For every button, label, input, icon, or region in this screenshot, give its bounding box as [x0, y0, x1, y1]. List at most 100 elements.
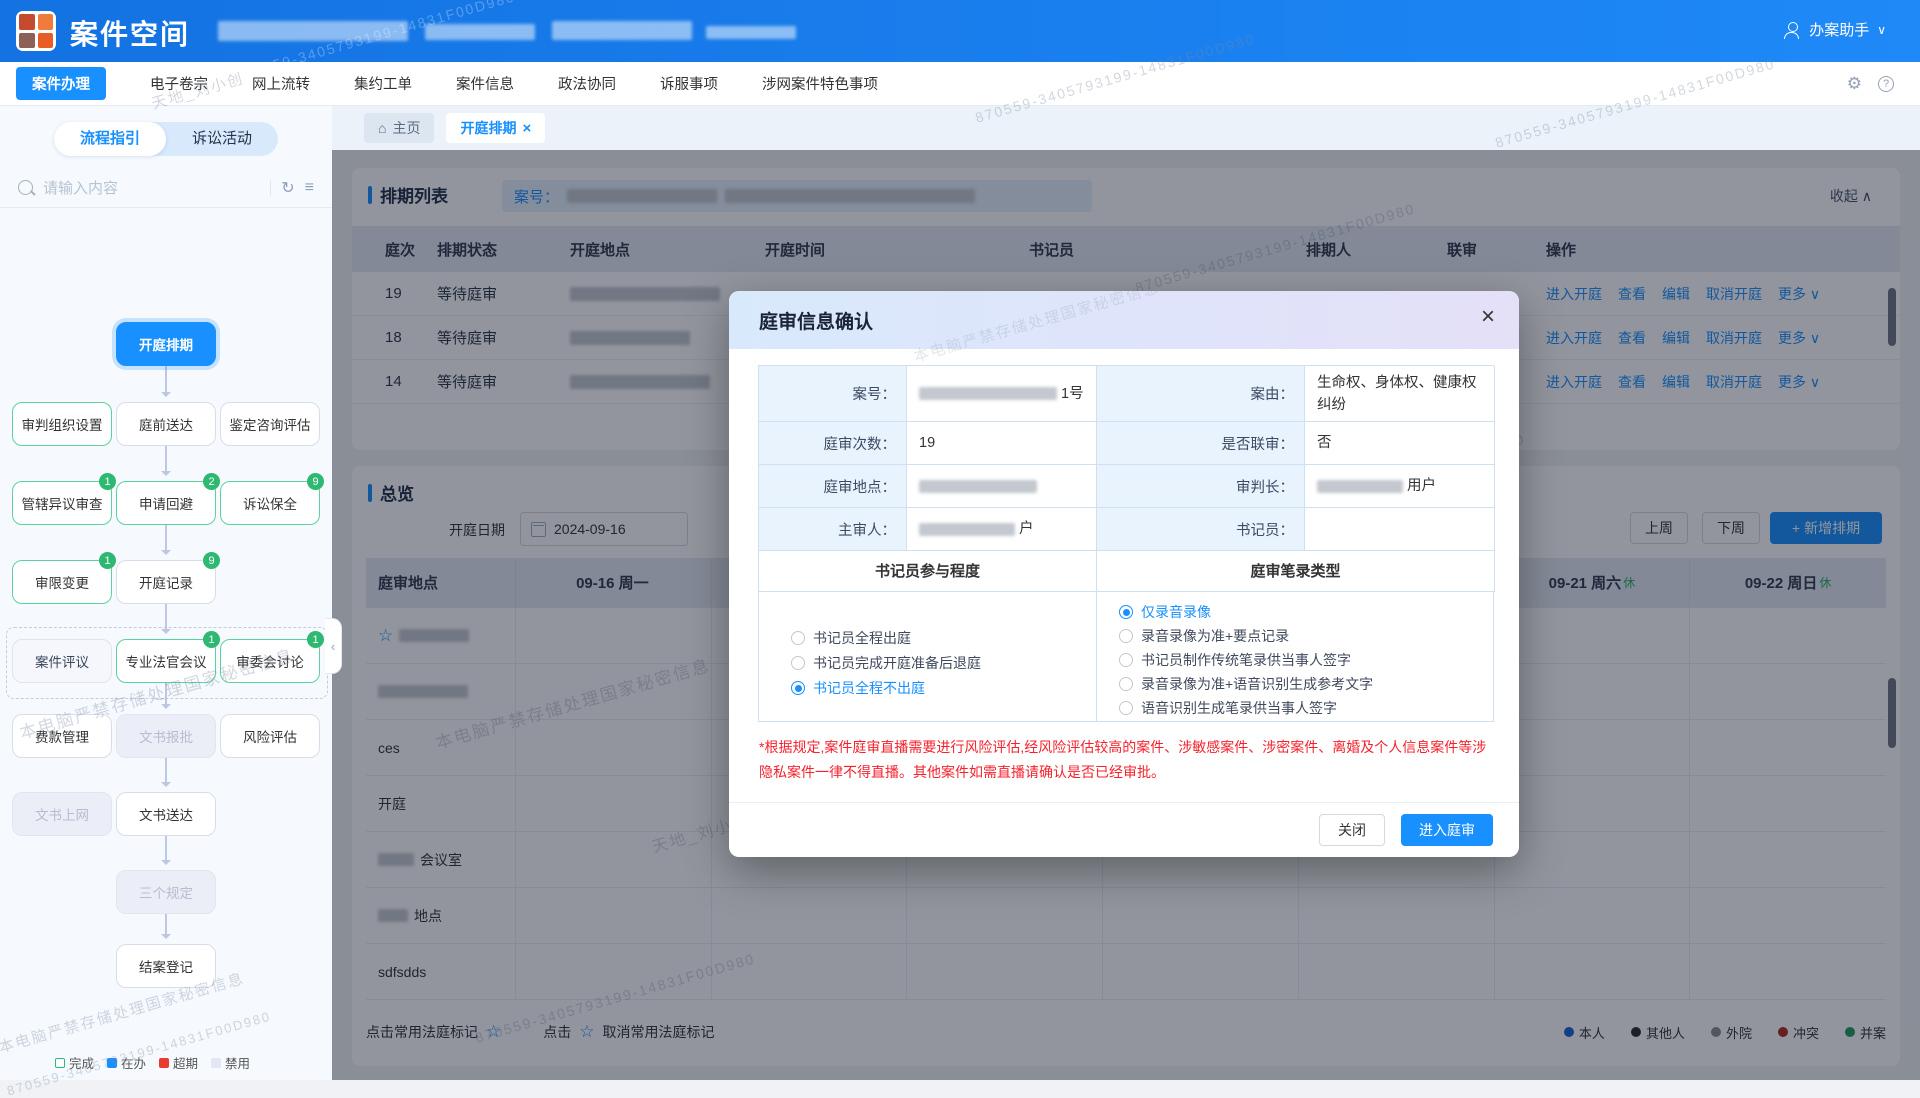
- radio-traditional-record[interactable]: 书记员制作传统笔录供当事人签字: [1119, 650, 1373, 670]
- redacted-text: [706, 26, 796, 39]
- enter-hearing-button[interactable]: 进入庭审: [1401, 814, 1493, 846]
- radio-clerk-leave-after-prep[interactable]: 书记员完成开庭准备后退庭: [791, 653, 981, 673]
- badge-count: 1: [307, 631, 324, 648]
- toggle-litigation-activity[interactable]: 诉讼活动: [166, 122, 278, 156]
- badge-count: 1: [203, 631, 220, 648]
- host-label: 主审人：: [759, 508, 907, 551]
- flow-node-case-review[interactable]: 案件评议: [12, 639, 112, 683]
- flow-node-doc-publish: 文书上网: [12, 792, 112, 836]
- assistant-menu[interactable]: 办案助手 ∨: [1783, 19, 1886, 40]
- nav-item-legal-coop[interactable]: 政法协同: [558, 73, 616, 94]
- flow-node-preservation[interactable]: 诉讼保全9: [220, 481, 320, 525]
- radio-av-only[interactable]: 仅录音录像: [1119, 602, 1373, 622]
- nav-item-case-handling[interactable]: 案件办理: [16, 67, 106, 100]
- badge-count: 9: [203, 552, 220, 569]
- home-icon: ⌂: [378, 120, 386, 136]
- badge-count: 1: [99, 473, 116, 490]
- toggle-process-guide[interactable]: 流程指引: [54, 122, 166, 156]
- tab-close-icon[interactable]: ×: [522, 120, 531, 137]
- search-icon: [18, 180, 33, 195]
- top-header: 案件空间 办案助手 ∨: [0, 0, 1920, 62]
- flow-node-fee-management[interactable]: 费款管理: [12, 714, 112, 758]
- radio-clerk-absent[interactable]: 书记员全程不出庭: [791, 678, 981, 698]
- hearing-info-form: 案号： 1号 案由： 生命权、身体权、健康权纠纷 庭审次数： 19 是否联审： …: [758, 365, 1494, 551]
- badge-count: 2: [203, 473, 220, 490]
- cause-label: 案由：: [1097, 366, 1305, 422]
- participation-options: 书记员全程出庭 书记员完成开庭准备后退庭 书记员全程不出庭: [791, 628, 981, 698]
- flow-node-committee-discussion[interactable]: 审委会讨论1: [220, 639, 320, 683]
- flow-node-appraisal[interactable]: 鉴定咨询评估: [220, 402, 320, 446]
- layers-icon[interactable]: ≡: [305, 179, 314, 197]
- gear-icon[interactable]: ⚙: [1847, 74, 1862, 94]
- record-type-section-title: 庭审笔录类型: [1097, 550, 1495, 592]
- hearing-confirm-modal: 庭审信息确认 × 案号： 1号 案由： 生命权、身体权、健康权纠纷 庭审次数： …: [729, 291, 1519, 857]
- redacted-court-name: [218, 21, 408, 41]
- flow-node-hearing-record[interactable]: 开庭记录9: [116, 560, 216, 604]
- sidebar-collapse-handle[interactable]: ‹: [325, 618, 342, 674]
- clerk-value: [1305, 508, 1495, 551]
- flow-node-doc-service[interactable]: 文书送达: [116, 792, 216, 836]
- nav-item-case-info[interactable]: 案件信息: [456, 73, 514, 94]
- tab-strip: ⌂ 主页 开庭排期 ×: [332, 106, 1920, 150]
- search-input[interactable]: 请输入内容: [43, 177, 260, 198]
- sidebar-toggle: 流程指引 诉讼活动: [54, 122, 278, 156]
- judge-label: 审判长：: [1097, 465, 1305, 508]
- flow-node-case-closing[interactable]: 结案登记: [116, 944, 216, 988]
- record-type-options: 仅录音录像 录音录像为准+要点记录 书记员制作传统笔录供当事人签字 录音录像为准…: [1119, 602, 1373, 718]
- radio-clerk-full-attend[interactable]: 书记员全程出庭: [791, 628, 981, 648]
- nav-item-e-dossier[interactable]: 电子卷宗: [150, 73, 208, 94]
- flow-node-three-rules: 三个规定: [116, 870, 216, 914]
- flow-node-hearing-schedule[interactable]: 开庭排期: [116, 322, 216, 366]
- flow-node-doc-approval: 文书报批: [116, 714, 216, 758]
- badge-count: 9: [307, 473, 324, 490]
- nav-item-work-order[interactable]: 集约工单: [354, 73, 412, 94]
- legend-done: 完成: [55, 1053, 94, 1072]
- modal-title: 庭审信息确认: [759, 307, 873, 334]
- refresh-icon[interactable]: ↻: [281, 178, 294, 198]
- flow-node-jurisdiction-objection[interactable]: 管辖异议审查1: [12, 481, 112, 525]
- flow-node-pretrial-service[interactable]: 庭前送达: [116, 402, 216, 446]
- redacted-text: [552, 21, 692, 40]
- place-value: [907, 465, 1097, 508]
- section-headers: 书记员参与程度 庭审笔录类型: [758, 550, 1494, 592]
- legend-overdue: 超期: [159, 1053, 198, 1072]
- nav-item-net-case[interactable]: 涉网案件特色事项: [762, 73, 878, 94]
- clerk-label: 书记员：: [1097, 508, 1305, 551]
- cause-value: 生命权、身体权、健康权纠纷: [1305, 366, 1495, 422]
- close-button[interactable]: 关闭: [1319, 814, 1385, 846]
- flow-node-time-limit-change[interactable]: 审限变更1: [12, 560, 112, 604]
- modal-footer: 关闭 进入庭审: [729, 802, 1519, 857]
- radio-av-plus-asr[interactable]: 录音录像为准+语音识别生成参考文字: [1119, 674, 1373, 694]
- flow-node-recusal[interactable]: 申请回避2: [116, 481, 216, 525]
- participation-section-title: 书记员参与程度: [759, 550, 1097, 592]
- nav-bar: 案件办理 电子卷宗 网上流转 集约工单 案件信息 政法协同 诉服事项 涉网案件特…: [0, 62, 1920, 106]
- times-value: 19: [907, 422, 1097, 465]
- sidebar: 流程指引 诉讼活动 请输入内容 ↻ ≡ 开庭排期 审判组织设置 庭前送达 鉴定咨…: [0, 106, 333, 1080]
- flow-node-judge-meeting[interactable]: 专业法官会议1: [116, 639, 216, 683]
- radio-area: 书记员全程出庭 书记员完成开庭准备后退庭 书记员全程不出庭 仅录音录像 录音录像…: [758, 592, 1494, 722]
- process-flowchart: 开庭排期 审判组织设置 庭前送达 鉴定咨询评估 管辖异议审查1 申请回避2 诉讼…: [0, 209, 332, 1029]
- app-title: 案件空间: [70, 13, 190, 53]
- nav-item-service[interactable]: 诉服事项: [660, 73, 718, 94]
- nav-item-online-flow[interactable]: 网上流转: [252, 73, 310, 94]
- tab-home[interactable]: ⌂ 主页: [364, 113, 434, 143]
- tab-hearing-schedule[interactable]: 开庭排期 ×: [446, 113, 545, 143]
- radio-av-plus-notes[interactable]: 录音录像为准+要点记录: [1119, 626, 1373, 646]
- chevron-down-icon: ∨: [1877, 23, 1886, 37]
- assistant-person-icon: [1783, 21, 1801, 39]
- case-no-label: 案号：: [759, 366, 907, 422]
- flow-node-trial-org[interactable]: 审判组织设置: [12, 402, 112, 446]
- flow-node-risk-assessment[interactable]: 风险评估: [220, 714, 320, 758]
- times-label: 庭审次数：: [759, 422, 907, 465]
- live-broadcast-warning: *根据规定,案件庭审直播需要进行风险评估,经风险评估较高的案件、涉敏感案件、涉密…: [759, 735, 1491, 785]
- badge-count: 1: [99, 552, 116, 569]
- app-logo-icon: [16, 11, 56, 51]
- close-icon[interactable]: ×: [1481, 305, 1495, 329]
- case-no-value: 1号: [907, 366, 1097, 422]
- sidebar-search[interactable]: 请输入内容 ↻ ≡: [0, 168, 332, 208]
- joint-label: 是否联审：: [1097, 422, 1305, 465]
- radio-asr-record[interactable]: 语音识别生成笔录供当事人签字: [1119, 698, 1373, 718]
- legend-active: 在办: [107, 1053, 146, 1072]
- help-icon[interactable]: ?: [1878, 76, 1894, 92]
- modal-header: 庭审信息确认: [729, 291, 1519, 349]
